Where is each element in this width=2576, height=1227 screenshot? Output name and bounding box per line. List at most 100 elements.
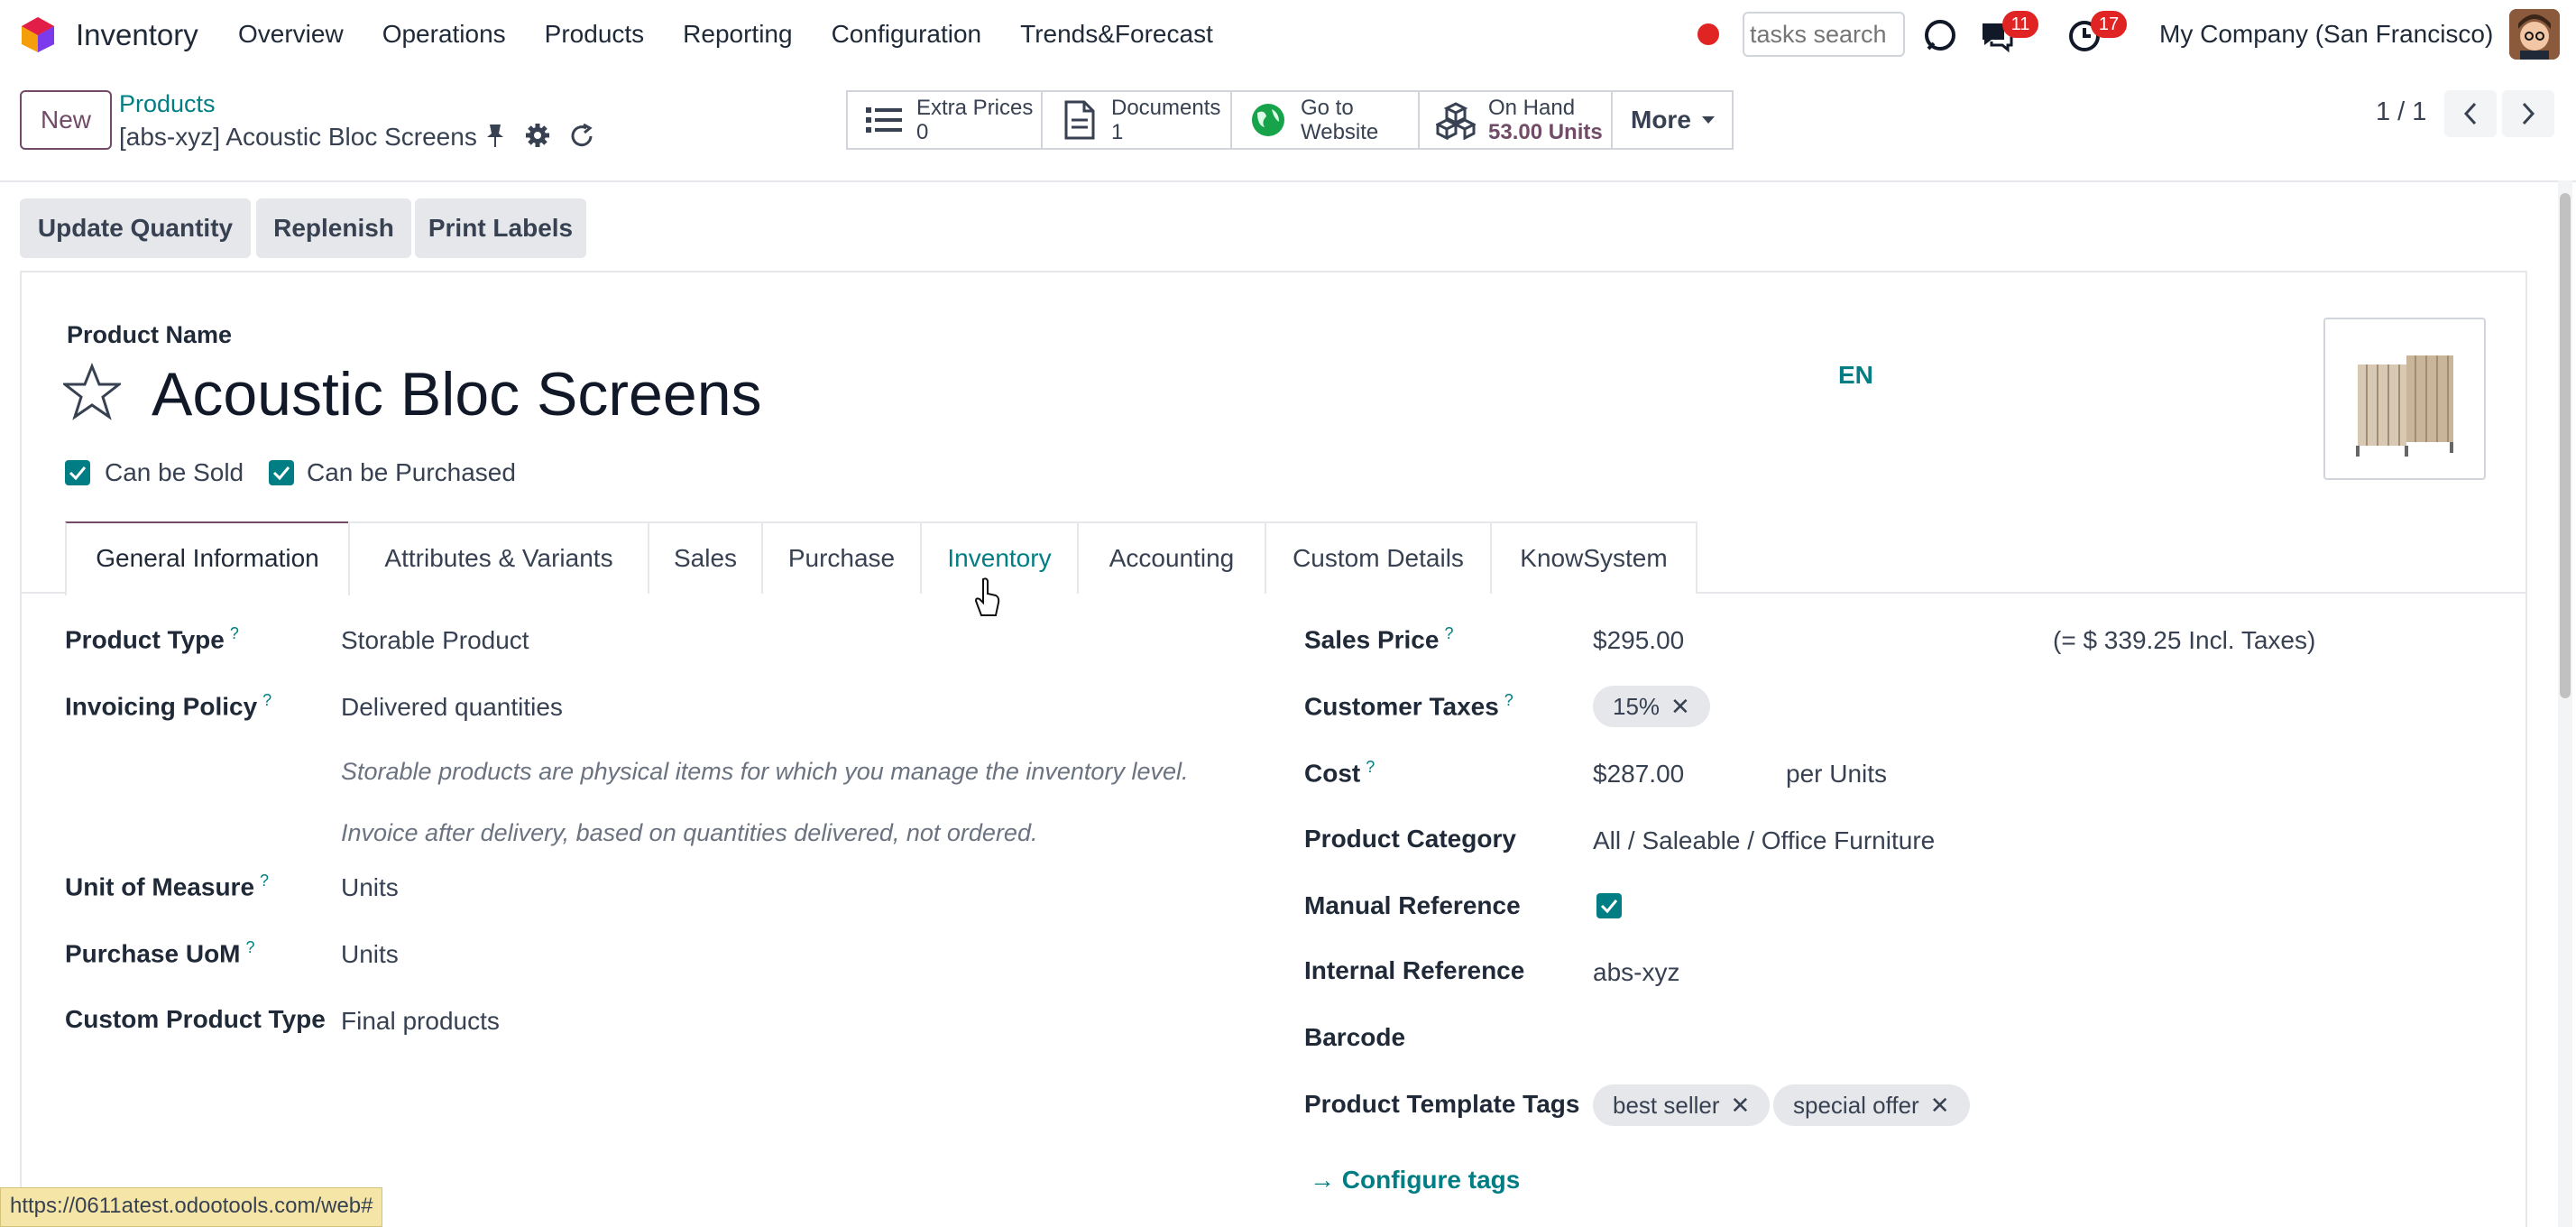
product-image[interactable] xyxy=(2323,318,2486,480)
more-button[interactable]: More xyxy=(1611,90,1734,150)
odoo-logo-icon[interactable] xyxy=(18,14,58,54)
extra-prices-button[interactable]: Extra Prices 0 xyxy=(846,90,1043,150)
product-type-field[interactable]: Storable Product xyxy=(341,626,529,655)
can-be-sold-checkbox[interactable] xyxy=(65,460,90,485)
print-labels-button[interactable]: Print Labels xyxy=(415,198,586,258)
refresh-icon[interactable] xyxy=(568,123,595,150)
barcode-label: Barcode xyxy=(1304,1023,1406,1051)
documents-button[interactable]: Documents 1 xyxy=(1041,90,1232,150)
manual-reference-checkbox[interactable] xyxy=(1596,893,1622,918)
messages-badge: 11 xyxy=(2002,11,2038,38)
invoicing-policy-field[interactable]: Delivered quantities xyxy=(341,693,563,722)
help-icon[interactable]: ? xyxy=(1444,624,1453,642)
onhand-value: 53.00 Units xyxy=(1488,120,1603,144)
tag-special-offer[interactable]: special offer ✕ xyxy=(1773,1084,1970,1126)
internal-reference-label: Internal Reference xyxy=(1304,956,1525,984)
website-line2: Website xyxy=(1301,120,1379,144)
notebook-tabs: General Information Attributes & Variant… xyxy=(22,521,2525,595)
help-icon[interactable]: ? xyxy=(230,624,239,642)
favorite-star-icon[interactable] xyxy=(63,363,121,420)
tab-sales[interactable]: Sales xyxy=(648,521,763,594)
sales-price-field[interactable]: $295.00 xyxy=(1593,626,1684,655)
purchase-uom-label: Purchase UoM? xyxy=(65,938,255,968)
hand-cursor-icon xyxy=(974,577,1000,616)
documents-value: 1 xyxy=(1111,120,1124,144)
extra-prices-value: 0 xyxy=(916,120,929,144)
product-category-field[interactable]: All / Saleable / Office Furniture xyxy=(1593,826,1935,855)
breadcrumb-current: [abs-xyz] Acoustic Bloc Screens xyxy=(119,123,477,151)
help-icon[interactable]: ? xyxy=(1366,758,1375,776)
form-statusbar: Update Quantity Replenish Print Labels xyxy=(0,184,2576,271)
purchase-uom-field[interactable]: Units xyxy=(341,940,399,969)
pin-icon[interactable] xyxy=(483,123,507,148)
list-icon xyxy=(866,107,902,133)
tag-best-seller[interactable]: best seller ✕ xyxy=(1593,1084,1771,1126)
globe-icon xyxy=(1252,104,1284,136)
recording-indicator xyxy=(1697,23,1719,45)
help-icon[interactable]: ? xyxy=(1504,691,1513,709)
pager-previous-button[interactable] xyxy=(2444,90,2497,137)
close-icon[interactable]: ✕ xyxy=(1930,1092,1950,1119)
gear-icon[interactable] xyxy=(525,123,550,148)
tab-attributes-variants[interactable]: Attributes & Variants xyxy=(348,521,649,594)
language-button[interactable]: EN xyxy=(1838,361,1873,390)
more-label: More xyxy=(1631,106,1691,134)
breadcrumb-products[interactable]: Products xyxy=(119,90,216,118)
check-icon xyxy=(1600,899,1618,914)
product-name-field[interactable]: Acoustic Bloc Screens xyxy=(152,359,762,429)
product-tags-label: Product Template Tags xyxy=(1304,1090,1580,1118)
form-sheet: Product Name Acoustic Bloc Screens EN Ca… xyxy=(20,271,2527,1227)
user-avatar[interactable] xyxy=(2509,9,2560,60)
menu-operations[interactable]: Operations xyxy=(382,20,506,49)
tab-knowsystem[interactable]: KnowSystem xyxy=(1490,521,1697,594)
replenish-button[interactable]: Replenish xyxy=(256,198,411,258)
pager-value[interactable]: 1 / 1 xyxy=(2376,97,2426,127)
customer-taxes-label: Customer Taxes? xyxy=(1304,691,1513,721)
menu-overview[interactable]: Overview xyxy=(238,20,344,49)
tab-accounting[interactable]: Accounting xyxy=(1077,521,1266,594)
tab-general-information[interactable]: General Information xyxy=(65,521,350,595)
custom-product-type-field[interactable]: Final products xyxy=(341,1007,500,1036)
document-icon xyxy=(1064,100,1095,140)
configure-tags-link[interactable]: → Configure tags xyxy=(1310,1166,1520,1195)
company-switcher[interactable]: My Company (San Francisco) xyxy=(2159,20,2493,49)
tab-custom-details[interactable]: Custom Details xyxy=(1265,521,1492,594)
can-be-purchased-label[interactable]: Can be Purchased xyxy=(307,458,516,487)
help-icon[interactable]: ? xyxy=(262,691,271,709)
tab-purchase[interactable]: Purchase xyxy=(761,521,922,594)
on-hand-button[interactable]: On Hand 53.00 Units xyxy=(1418,90,1613,150)
activities-badge: 17 xyxy=(2091,11,2127,38)
cost-field[interactable]: $287.00 xyxy=(1593,760,1684,789)
discuss-icon[interactable] xyxy=(1921,16,1959,54)
app-name[interactable]: Inventory xyxy=(76,18,198,52)
storable-help-text: Storable products are physical items for… xyxy=(341,758,1189,785)
can-be-purchased-checkbox[interactable] xyxy=(269,460,294,485)
documents-label: Documents xyxy=(1111,96,1221,120)
pager-next-button[interactable] xyxy=(2502,90,2554,137)
invoice-help-text: Invoice after delivery, based on quantit… xyxy=(341,819,1038,846)
menu-configuration[interactable]: Configuration xyxy=(832,20,982,49)
top-navbar: Inventory Overview Operations Products R… xyxy=(0,0,2576,70)
product-category-label: Product Category xyxy=(1304,825,1516,853)
go-to-website-button[interactable]: Go to Website xyxy=(1230,90,1420,150)
can-be-sold-label[interactable]: Can be Sold xyxy=(105,458,244,487)
menu-reporting[interactable]: Reporting xyxy=(683,20,792,49)
scrollbar-thumb[interactable] xyxy=(2560,193,2571,698)
internal-reference-field[interactable]: abs-xyz xyxy=(1593,958,1679,987)
arrow-right-icon: → xyxy=(1310,1166,1342,1194)
close-icon[interactable]: ✕ xyxy=(1670,693,1690,720)
close-icon[interactable]: ✕ xyxy=(1731,1092,1751,1119)
tasks-search-input[interactable] xyxy=(1743,12,1905,57)
menu-trends-forecast[interactable]: Trends&Forecast xyxy=(1020,20,1213,49)
help-icon[interactable]: ? xyxy=(260,872,269,890)
update-quantity-button[interactable]: Update Quantity xyxy=(20,198,251,258)
record-actions xyxy=(483,123,595,150)
sales-price-label: Sales Price? xyxy=(1304,624,1454,654)
check-icon xyxy=(272,466,290,481)
uom-field[interactable]: Units xyxy=(341,873,399,902)
help-icon[interactable]: ? xyxy=(246,938,255,956)
new-button[interactable]: New xyxy=(20,90,112,150)
menu-products[interactable]: Products xyxy=(545,20,645,49)
product-type-label: Product Type? xyxy=(65,624,239,654)
tax-tag[interactable]: 15% ✕ xyxy=(1593,686,1710,727)
